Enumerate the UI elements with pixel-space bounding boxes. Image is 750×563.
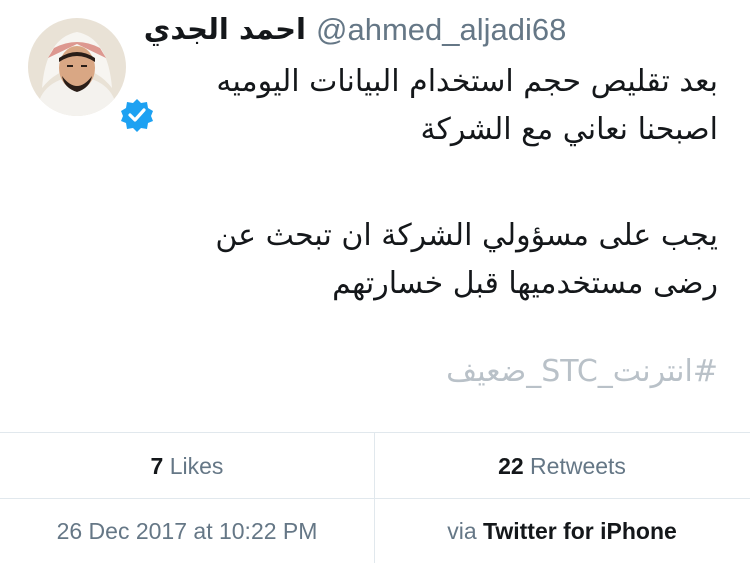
retweets-count: 22 xyxy=(498,453,524,479)
author-handle[interactable]: @ahmed_aljadi68 xyxy=(316,12,566,48)
author-name[interactable]: احمد الجدي xyxy=(144,12,306,46)
tweet-line: رضى مستخدميها قبل خسارتهم xyxy=(332,266,718,301)
timestamp: 26 Dec 2017 at 10:22 PM xyxy=(56,518,318,544)
client-link[interactable]: Twitter for iPhone xyxy=(483,518,677,544)
tweet-header: احمد الجدي xyxy=(144,12,316,46)
hashtag-link[interactable]: #انترنت_STC_ضعيف xyxy=(446,354,718,389)
avatar[interactable] xyxy=(28,18,155,133)
avatar-image xyxy=(28,18,126,116)
tweet-line: يجب على مسؤولي الشركة ان تبحث عن xyxy=(215,218,718,253)
tweet-line: بعد تقليص حجم استخدام البيانات اليوميه xyxy=(216,64,718,99)
divider xyxy=(0,432,750,433)
likes-stat[interactable]: 7 Likes xyxy=(0,453,374,480)
divider xyxy=(0,498,750,499)
likes-label: Likes xyxy=(169,453,224,479)
retweets-label: Retweets xyxy=(530,453,626,479)
tweet-text: بعد تقليص حجم استخدام البيانات اليوميه ا… xyxy=(158,58,718,308)
source-info: via Twitter for iPhone xyxy=(375,518,749,545)
verified-badge-icon xyxy=(119,97,155,133)
tweet-card: احمد الجدي @ahmed_aljadi68 بعد تقليص حجم… xyxy=(0,0,750,432)
likes-count: 7 xyxy=(150,453,164,479)
retweets-stat[interactable]: 22 Retweets xyxy=(375,453,749,480)
via-prefix: via xyxy=(447,518,477,544)
tweet-line: اصبحنا نعاني مع الشركة xyxy=(420,112,718,147)
